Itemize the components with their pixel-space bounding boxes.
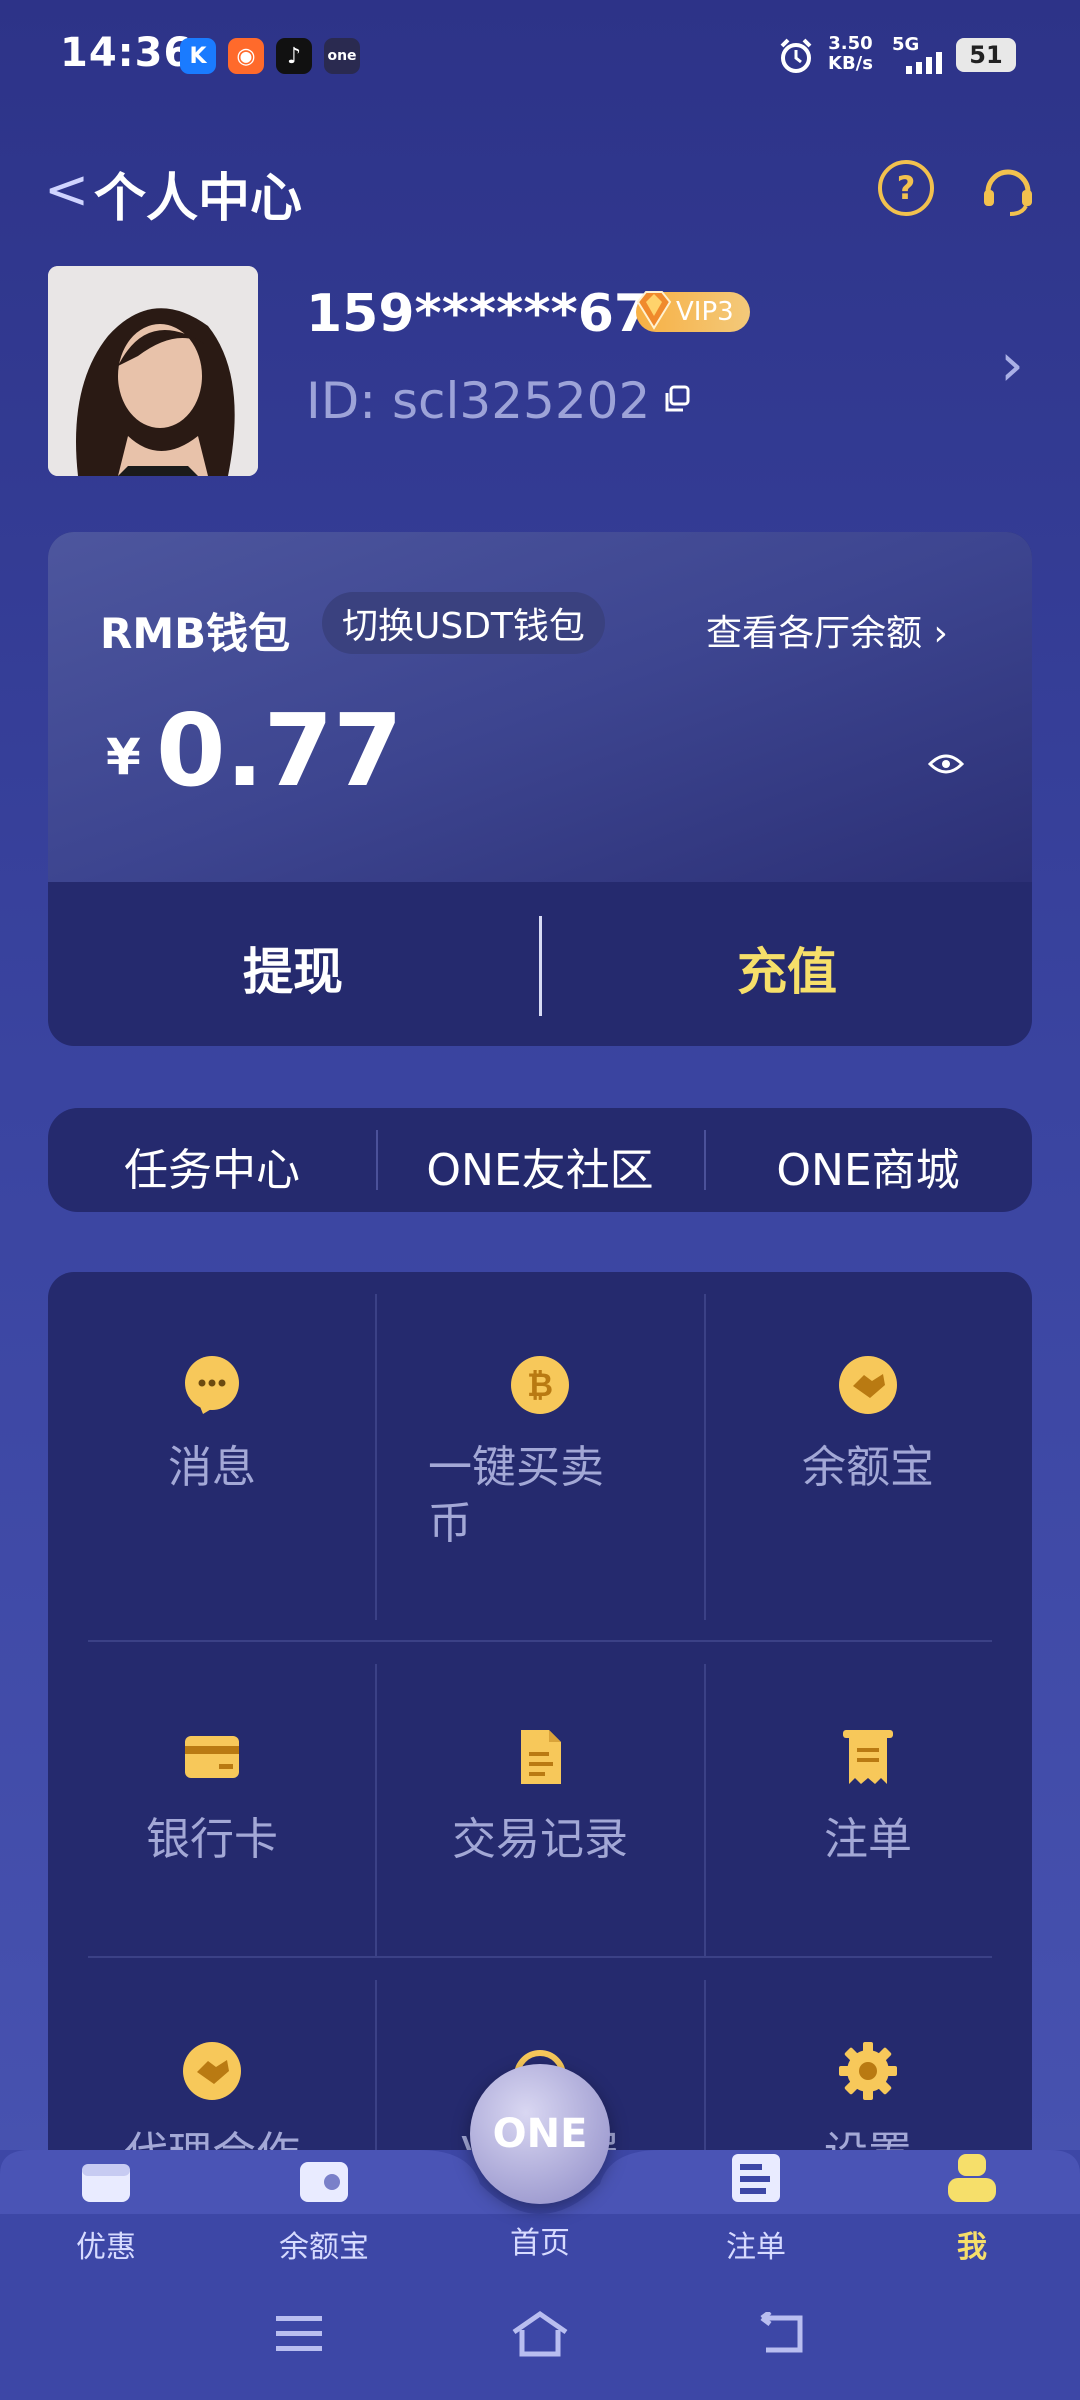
- deposit-button[interactable]: 充值: [542, 932, 1032, 1004]
- handshake-icon: [183, 2042, 241, 2100]
- home-logo-button[interactable]: ONE: [470, 2064, 610, 2204]
- grid-item-label: 银行卡: [146, 1814, 278, 1865]
- profile-icon: [948, 2154, 996, 2202]
- grid-item-label: 注单: [824, 1814, 912, 1865]
- net-speed-unit: KB/s: [828, 53, 873, 74]
- user-id: ID: scl325202: [306, 372, 651, 430]
- battery-indicator: 51: [956, 38, 1016, 72]
- grid-item-transactions[interactable]: 交易记录: [376, 1726, 704, 1868]
- grid-item-label: 一键买卖币: [428, 1442, 604, 1549]
- receipt-icon: [843, 1730, 893, 1784]
- svg-text:₿: ₿: [527, 1366, 553, 1404]
- nav-tab-yuebao[interactable]: 余额宝: [224, 2152, 424, 2266]
- currency-symbol: ¥: [106, 728, 141, 786]
- vip-gem-icon: [636, 291, 672, 330]
- nav-tab-label: 注单: [726, 2230, 786, 2265]
- net-speed-value: 3.50: [828, 33, 873, 54]
- mall-link[interactable]: ONE商城: [704, 1134, 1032, 1198]
- eye-icon[interactable]: [928, 752, 964, 776]
- home-icon[interactable]: [510, 2310, 570, 2358]
- customer-service-icon[interactable]: [978, 160, 1038, 220]
- grid-item-trade-coin[interactable]: ₿ 一键买卖币: [376, 1354, 704, 1552]
- grid-item-label: 交易记录: [452, 1814, 628, 1865]
- bank-card-icon: [185, 1736, 239, 1778]
- nav-tab-label: 我: [957, 2230, 987, 2265]
- chevron-right-icon: ›: [933, 613, 948, 654]
- tiktok-notification-icon: ♪: [276, 38, 312, 74]
- task-center-link[interactable]: 任务中心: [48, 1134, 376, 1198]
- grid-item-yuebao[interactable]: 余额宝: [704, 1354, 1032, 1496]
- wallet-balance: 0.77: [156, 692, 403, 809]
- wallet-title: RMB钱包: [100, 609, 291, 658]
- message-icon: [185, 1356, 239, 1414]
- switch-usdt-wallet-button[interactable]: 切换USDT钱包: [322, 592, 605, 654]
- back-nav-icon[interactable]: [754, 2312, 808, 2356]
- status-time: 14:36: [60, 30, 193, 76]
- grid-item-bets[interactable]: 注单: [704, 1726, 1032, 1868]
- alarm-icon: [780, 38, 812, 73]
- grid-item-bank-card[interactable]: 银行卡: [48, 1726, 376, 1868]
- community-link[interactable]: ONE友社区: [376, 1134, 704, 1198]
- copy-icon[interactable]: [662, 384, 692, 414]
- nav-tab-label: 首页: [510, 2226, 570, 2261]
- gear-icon: [839, 2042, 897, 2100]
- back-button[interactable]: <: [44, 158, 89, 221]
- wallet-icon: [300, 2162, 348, 2202]
- grid-item-label: 余额宝: [802, 1442, 934, 1493]
- nav-tab-promotions[interactable]: 优惠: [6, 2152, 206, 2266]
- nav-tab-label: 余额宝: [279, 2230, 369, 2265]
- nav-tab-label: 优惠: [76, 2230, 136, 2265]
- bitcoin-icon: ₿: [511, 1356, 569, 1414]
- divider: [88, 1640, 992, 1642]
- nav-tab-me[interactable]: 我: [872, 2152, 1072, 2266]
- menu-icon[interactable]: [274, 2314, 326, 2354]
- network-speed: 3.50 KB/s: [828, 34, 873, 74]
- page-title: 个人中心: [94, 169, 303, 229]
- nav-tab-home[interactable]: 首页: [440, 2218, 640, 2262]
- view-all-label: 查看各厅余额: [706, 613, 923, 654]
- app-notification-icon: ◉: [228, 38, 264, 74]
- avatar[interactable]: [48, 266, 258, 476]
- grid-item-label: 消息: [168, 1442, 256, 1493]
- wallet-card: RMB钱包 切换USDT钱包 查看各厅余额 › ¥ 0.77 提现 充值: [48, 532, 1032, 1046]
- status-bar: 14:36 K ◉ ♪ one 3.50 KB/s 5G 51: [0, 0, 1080, 110]
- quick-links-bar: 任务中心 ONE友社区 ONE商城: [48, 1108, 1032, 1212]
- nav-tab-bets[interactable]: 注单: [656, 2152, 856, 2266]
- profile-chevron-icon[interactable]: ›: [1000, 330, 1024, 400]
- app-notification-icon: K: [180, 38, 216, 74]
- divider: [88, 1956, 992, 1958]
- gift-icon: [82, 2164, 130, 2202]
- help-icon[interactable]: ?: [878, 160, 934, 216]
- grid-item-messages[interactable]: 消息: [48, 1354, 376, 1496]
- list-icon: [732, 2154, 780, 2202]
- signal-icon: [906, 52, 942, 74]
- app-notification-icon: one: [324, 38, 360, 74]
- handshake-icon: [839, 1356, 897, 1414]
- document-icon: [521, 1730, 561, 1784]
- phone-number: 159******67: [306, 284, 651, 344]
- view-all-balances-link[interactable]: 查看各厅余额 ›: [706, 604, 948, 656]
- withdraw-button[interactable]: 提现: [48, 932, 538, 1004]
